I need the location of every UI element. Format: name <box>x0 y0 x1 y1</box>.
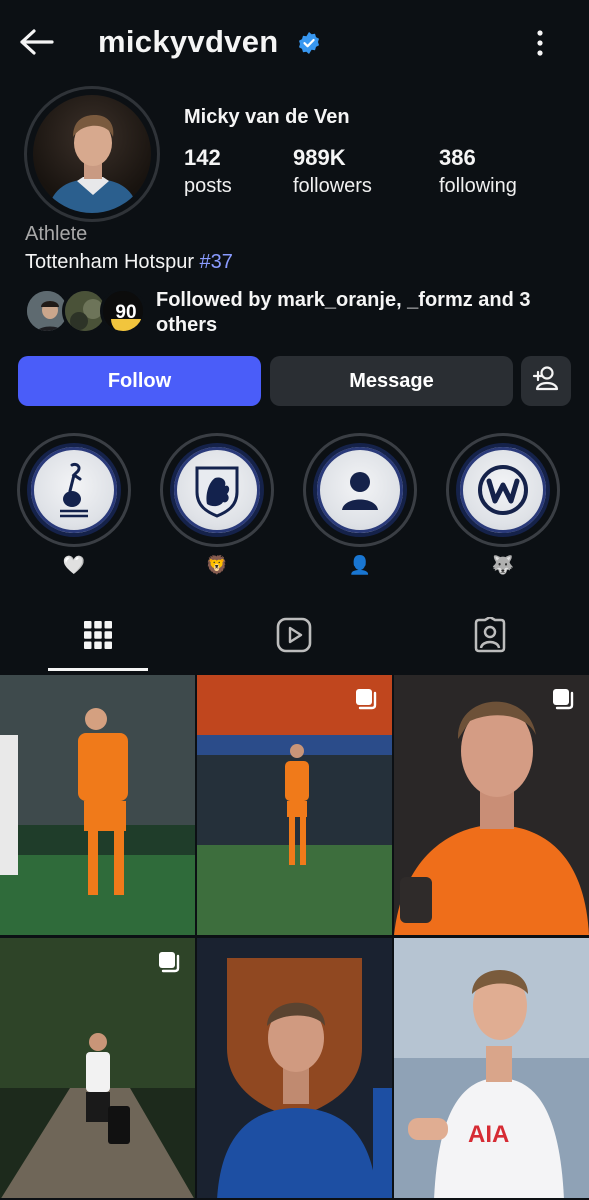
stat-following-value: 386 <box>439 145 476 170</box>
svg-text:AIA: AIA <box>468 1121 509 1148</box>
bio-hashtag[interactable]: #37 <box>200 251 233 273</box>
stat-following[interactable]: 386 following <box>439 145 517 198</box>
arrow-left-icon[interactable] <box>16 24 56 60</box>
post-thumbnail[interactable] <box>197 938 392 1198</box>
multi-post-icon <box>551 687 575 711</box>
tagged-person-icon <box>472 615 508 658</box>
tab-tagged[interactable] <box>392 604 588 670</box>
avatar-photo <box>33 95 151 213</box>
more-vertical-icon[interactable] <box>526 24 554 62</box>
profile-tabs <box>0 604 589 672</box>
knvb-lion-crest-icon <box>170 443 264 537</box>
bio-text: Tottenham Hotspur <box>25 251 194 273</box>
post-thumbnail[interactable] <box>0 675 195 935</box>
full-name: Micky van de Ven <box>184 106 350 128</box>
stat-posts-value: 142 <box>184 145 221 170</box>
grid-icon <box>83 620 113 655</box>
highlight-label: 🤍 <box>62 555 86 575</box>
profile-avatar[interactable] <box>24 86 160 222</box>
highlight-label: 🦁 <box>205 555 229 575</box>
highlight-ring <box>303 433 417 547</box>
post-thumbnail[interactable] <box>394 675 589 935</box>
wolfsburg-crest-icon <box>456 443 550 537</box>
stat-followers-value: 989K <box>293 145 346 170</box>
stat-posts-label: posts <box>184 175 232 197</box>
story-highlight[interactable]: 👤 <box>303 433 417 577</box>
followed-by-text[interactable]: Followed by mark_oranje, _formz and 3 ot… <box>156 288 576 338</box>
post-thumbnail[interactable] <box>197 675 392 935</box>
message-button[interactable]: Message <box>270 356 513 406</box>
stat-following-label: following <box>439 175 517 197</box>
person-silhouette-icon <box>313 443 407 537</box>
verified-badge-icon <box>297 31 321 55</box>
tab-posts-grid[interactable] <box>0 604 196 670</box>
stat-followers[interactable]: 989K followers <box>293 145 372 198</box>
avatar: 90 <box>100 288 146 334</box>
add-user-icon <box>532 365 560 397</box>
post-thumbnail[interactable]: AIA <box>394 938 589 1198</box>
stat-followers-label: followers <box>293 175 372 197</box>
posts-grid: AIA <box>0 675 589 1200</box>
post-thumbnail[interactable] <box>0 938 195 1198</box>
multi-post-icon <box>354 687 378 711</box>
highlight-ring <box>17 433 131 547</box>
highlight-label: 🐺 <box>491 555 515 575</box>
stat-posts[interactable]: 142 posts <box>184 145 232 198</box>
story-highlight[interactable]: 🤍 <box>17 433 131 577</box>
story-highlight[interactable]: 🦁 <box>160 433 274 577</box>
reels-play-icon <box>276 617 312 658</box>
highlight-label: 👤 <box>348 555 372 575</box>
follow-button[interactable]: Follow <box>18 356 261 406</box>
profile-category: Athlete <box>25 223 88 245</box>
profile-username: mickyvdven <box>98 24 279 59</box>
highlight-ring <box>446 433 560 547</box>
tab-reels[interactable] <box>196 604 392 670</box>
suggested-users-button[interactable] <box>521 356 571 406</box>
followed-by-avatars[interactable]: 90 <box>24 288 146 336</box>
top-bar: mickyvdven <box>0 0 589 86</box>
avatar-badge-text: 90 <box>115 302 136 323</box>
profile-bio: Tottenham Hotspur #37 <box>25 251 233 274</box>
story-highlight[interactable]: 🐺 <box>446 433 560 577</box>
highlight-ring <box>160 433 274 547</box>
active-tab-indicator <box>48 668 148 671</box>
tottenham-crest-icon <box>27 443 121 537</box>
multi-post-icon <box>157 950 181 974</box>
